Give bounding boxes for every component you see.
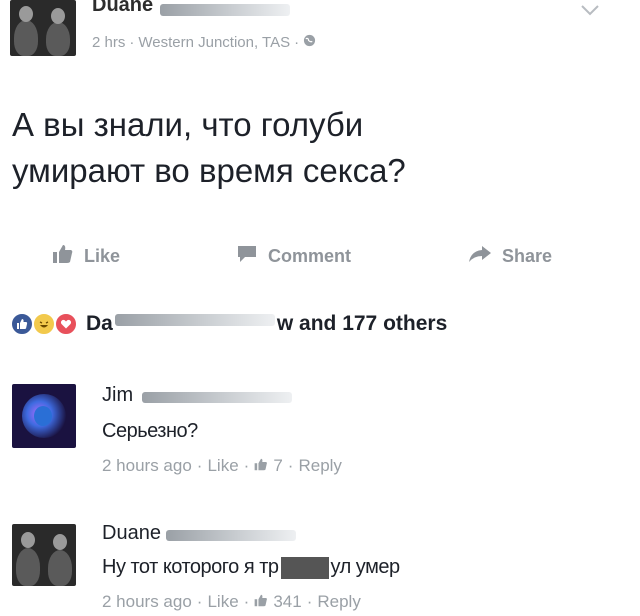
comment-author-avatar[interactable] <box>12 384 76 448</box>
thumbs-up-icon <box>254 592 268 612</box>
chevron-down-icon[interactable] <box>580 0 600 21</box>
meta-separator: · <box>196 456 203 475</box>
comment-meta: 2 hours ago · Like · 341 · Reply <box>102 592 361 612</box>
redacted-surname <box>166 530 296 541</box>
post-location[interactable]: Western Junction, TAS <box>138 34 290 51</box>
comment-label: Comment <box>268 246 352 266</box>
comment-like-link[interactable]: Like <box>207 592 238 612</box>
haha-reaction-icon <box>32 312 56 336</box>
post-time[interactable]: 2 hrs <box>92 34 125 51</box>
comment-author-avatar[interactable] <box>12 524 76 586</box>
post-text-line: А вы знали, что голуби <box>12 106 364 143</box>
meta-separator: · <box>243 592 250 611</box>
comment-text: Ну тот которого я тр ул умер <box>102 556 400 579</box>
like-label: Like <box>84 246 121 266</box>
post-text-line: умирают во время секса? <box>12 152 406 189</box>
post-action-bar: Like Comment Share <box>0 244 640 278</box>
comment-author-name[interactable]: Duane <box>102 522 161 545</box>
like-button[interactable]: Like <box>52 244 120 269</box>
meta-separator: · <box>294 34 300 51</box>
post-text: А вы знали, что голуби умирают во время … <box>12 102 612 194</box>
comment-like-count[interactable]: 7 <box>273 456 282 476</box>
reactions-summary[interactable]: Da w and 177 others <box>10 312 447 336</box>
redacted-surname <box>160 4 290 16</box>
comment-reply-link[interactable]: Reply <box>317 592 360 612</box>
like-reaction-icon <box>10 312 34 336</box>
meta-separator: · <box>243 456 250 475</box>
censor-bar <box>280 556 329 579</box>
redacted-surname <box>142 392 292 403</box>
comment-reply-link[interactable]: Reply <box>298 456 341 476</box>
comment-text: Серьезно? <box>102 420 198 442</box>
thumbs-up-icon <box>52 244 74 269</box>
share-label: Share <box>502 246 553 266</box>
post-meta: 2 hrs · Western Junction, TAS · <box>92 34 316 51</box>
meta-separator: · <box>196 592 203 611</box>
reactions-others: w and 177 others <box>276 312 448 335</box>
redacted-reactor-name <box>114 314 275 326</box>
love-reaction-icon <box>54 312 78 336</box>
comment-button[interactable]: Comment <box>236 244 351 269</box>
thumbs-up-icon <box>254 456 268 476</box>
comment-author-name[interactable]: Jim <box>102 384 133 407</box>
share-arrow-icon <box>468 244 492 269</box>
post-author-avatar[interactable] <box>10 0 76 56</box>
meta-separator: · <box>129 34 135 51</box>
post-author-name[interactable]: Duane <box>92 0 153 17</box>
comment-like-link[interactable]: Like <box>207 456 238 476</box>
reactor-name-start: Da <box>86 312 113 335</box>
share-button[interactable]: Share <box>468 244 552 269</box>
comment-text-end: ул умер <box>330 556 401 578</box>
reactions-text[interactable]: Da w and 177 others <box>86 312 447 336</box>
comment-meta: 2 hours ago · Like · 7 · Reply <box>102 456 342 476</box>
comment-time[interactable]: 2 hours ago <box>102 456 192 476</box>
comment-time[interactable]: 2 hours ago <box>102 592 192 612</box>
meta-separator: · <box>306 592 313 611</box>
globe-icon <box>303 34 316 51</box>
comment-like-count[interactable]: 341 <box>273 592 301 612</box>
meta-separator: · <box>287 456 294 475</box>
comment-text-start: Ну тот которого я тр <box>102 556 279 578</box>
comment-icon <box>236 244 258 269</box>
